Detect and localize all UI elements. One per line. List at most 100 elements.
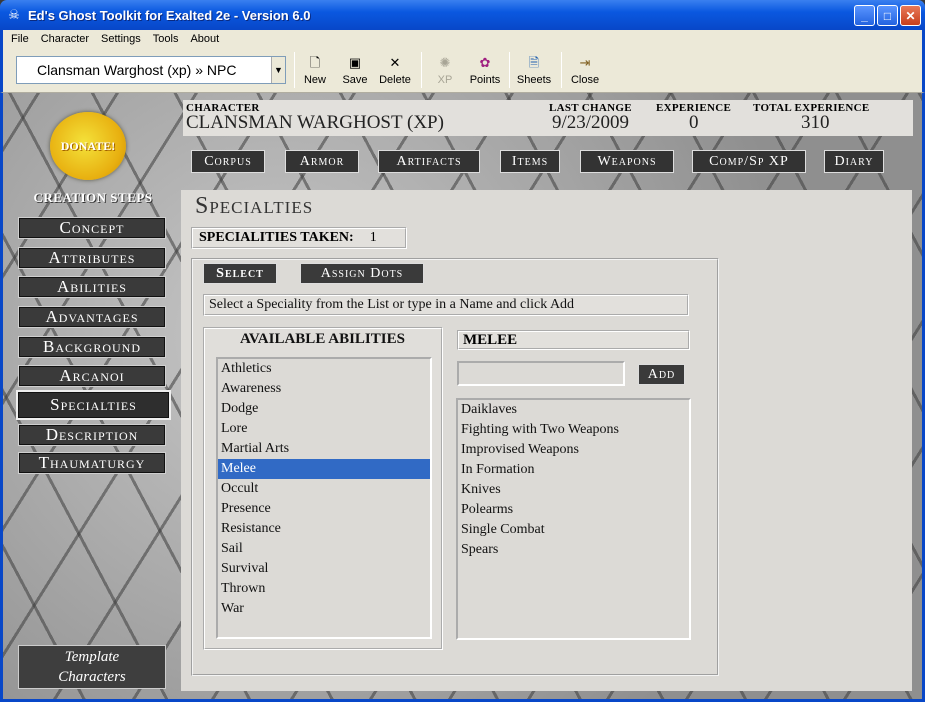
template-label-line2: Characters (58, 669, 126, 685)
minimize-button[interactable]: _ (854, 5, 875, 26)
list-item[interactable]: Single Combat (458, 520, 689, 540)
new-label: New (303, 74, 326, 86)
ghost-app-icon: ☠ (8, 7, 20, 22)
toolbar-separator (421, 52, 422, 88)
list-item[interactable]: Presence (218, 499, 430, 519)
toolbar-separator (561, 52, 562, 88)
menu-about[interactable]: About (184, 33, 225, 45)
menu-character[interactable]: Character (35, 33, 95, 45)
character-select-value: Clansman Warghost (xp) » NPC (37, 62, 237, 78)
menu-file[interactable]: File (5, 33, 35, 45)
list-item[interactable]: Dodge (218, 399, 430, 419)
list-item[interactable]: Polearms (458, 500, 689, 520)
menu-bar: File Character Settings Tools About (0, 30, 925, 48)
list-item[interactable]: War (218, 599, 430, 619)
save-button[interactable]: ▣ Save (333, 53, 377, 89)
tab-corpus[interactable]: Corpus (191, 150, 265, 173)
step-attributes[interactable]: Attributes (18, 247, 166, 269)
floppy-disk-icon: ▣ (348, 55, 362, 70)
close-label: Close (570, 74, 600, 86)
character-name: CLANSMAN WARGHOST (XP) (186, 112, 444, 133)
step-thaumaturgy[interactable]: Thaumaturgy (18, 452, 166, 474)
menu-settings[interactable]: Settings (95, 33, 147, 45)
step-concept[interactable]: Concept (18, 217, 166, 239)
character-header: CHARACTER CLANSMAN WARGHOST (XP) LAST CH… (183, 100, 913, 136)
available-abilities-heading: AVAILABLE ABILITIES (240, 331, 405, 347)
xp-button[interactable]: ✺ XP (423, 53, 467, 89)
new-button[interactable]: 🗋 New (293, 53, 337, 89)
assign-dots-button[interactable]: Assign Dots (300, 263, 424, 284)
list-item[interactable]: Daiklaves (458, 400, 689, 420)
delete-label: Delete (379, 74, 411, 86)
save-label: Save (342, 74, 368, 86)
window-border (0, 93, 3, 699)
delete-x-icon: ✕ (389, 55, 401, 70)
step-abilities[interactable]: Abilities (18, 276, 166, 298)
tab-armor[interactable]: Armor (285, 150, 359, 173)
step-background[interactable]: Background (18, 336, 166, 358)
specialty-name-input[interactable] (457, 361, 625, 386)
toolbar-separator (509, 52, 510, 88)
list-item[interactable]: Fighting with Two Weapons (458, 420, 689, 440)
list-item[interactable]: Knives (458, 480, 689, 500)
creation-steps-heading: CREATION STEPS (33, 190, 153, 205)
select-mode-button[interactable]: Select (203, 263, 277, 284)
step-arcanoi[interactable]: Arcanoi (18, 365, 166, 387)
dropdown-arrow-icon[interactable]: ▼ (271, 57, 285, 83)
tab-weapons[interactable]: Weapons (580, 150, 674, 173)
page-title: Specialties (195, 193, 314, 219)
list-item[interactable]: Improvised Weapons (458, 440, 689, 460)
abilities-list[interactable]: Athletics Awareness Dodge Lore Martial A… (216, 357, 432, 639)
tab-artifacts[interactable]: Artifacts (378, 150, 480, 173)
tab-diary[interactable]: Diary (824, 150, 884, 173)
specialities-taken-label: SPECIALITIES TAKEN: (199, 230, 354, 245)
sheets-label: Sheets (516, 74, 552, 86)
donate-button[interactable]: DONATE! (50, 112, 126, 180)
step-description[interactable]: Description (18, 424, 166, 446)
window-title: Ed's Ghost Toolkit for Exalted 2e - Vers… (28, 7, 311, 23)
xp-icon: ✺ (439, 55, 451, 70)
delete-button[interactable]: ✕ Delete (373, 53, 417, 89)
character-select[interactable]: Clansman Warghost (xp) » NPC ▼ (16, 56, 286, 84)
template-characters-button[interactable]: Template Characters (18, 645, 166, 689)
list-item[interactable]: In Formation (458, 460, 689, 480)
points-button[interactable]: ✿ Points (463, 53, 507, 89)
last-change-value: 9/23/2009 (552, 112, 630, 133)
new-document-icon: 🗋 (309, 55, 321, 70)
specialities-taken-value: 1 (369, 230, 377, 245)
list-item-selected[interactable]: Melee (218, 459, 430, 479)
template-label-line1: Template (64, 649, 120, 665)
instruction-text: Select a Speciality from the List or typ… (203, 294, 689, 316)
add-button[interactable]: Add (638, 364, 685, 385)
list-item[interactable]: Resistance (218, 519, 430, 539)
points-label: Points (469, 74, 501, 86)
donate-label: DONATE! (60, 138, 116, 153)
list-item[interactable]: Sail (218, 539, 430, 559)
specialties-list[interactable]: Daiklaves Fighting with Two Weapons Impr… (456, 398, 691, 640)
step-advantages[interactable]: Advantages (18, 306, 166, 328)
experience-value: 0 (689, 112, 699, 133)
specialities-taken: SPECIALITIES TAKEN: 1 (191, 227, 407, 249)
xp-label: XP (437, 74, 453, 86)
selected-ability-heading: MELEE (457, 330, 690, 350)
menu-tools[interactable]: Tools (147, 33, 185, 45)
list-item[interactable]: Occult (218, 479, 430, 499)
points-icon: ✿ (479, 55, 491, 70)
sheets-icon: 🗎 (528, 55, 540, 70)
list-item[interactable]: Thrown (218, 579, 430, 599)
title-bar: ☠ Ed's Ghost Toolkit for Exalted 2e - Ve… (0, 0, 925, 30)
close-button[interactable]: ⇥ Close (563, 53, 607, 89)
maximize-button[interactable]: □ (877, 5, 898, 26)
list-item[interactable]: Awareness (218, 379, 430, 399)
tab-comp-sp-xp[interactable]: Comp/Sp XP (692, 150, 806, 173)
sheets-button[interactable]: 🗎 Sheets (512, 53, 556, 89)
close-window-button[interactable]: ✕ (900, 5, 921, 26)
list-item[interactable]: Survival (218, 559, 430, 579)
list-item[interactable]: Martial Arts (218, 439, 430, 459)
list-item[interactable]: Lore (218, 419, 430, 439)
step-specialties[interactable]: Specialties (16, 390, 171, 420)
tab-items[interactable]: Items (500, 150, 560, 173)
list-item[interactable]: Spears (458, 540, 689, 560)
exit-door-icon: ⇥ (579, 55, 591, 70)
list-item[interactable]: Athletics (218, 359, 430, 379)
